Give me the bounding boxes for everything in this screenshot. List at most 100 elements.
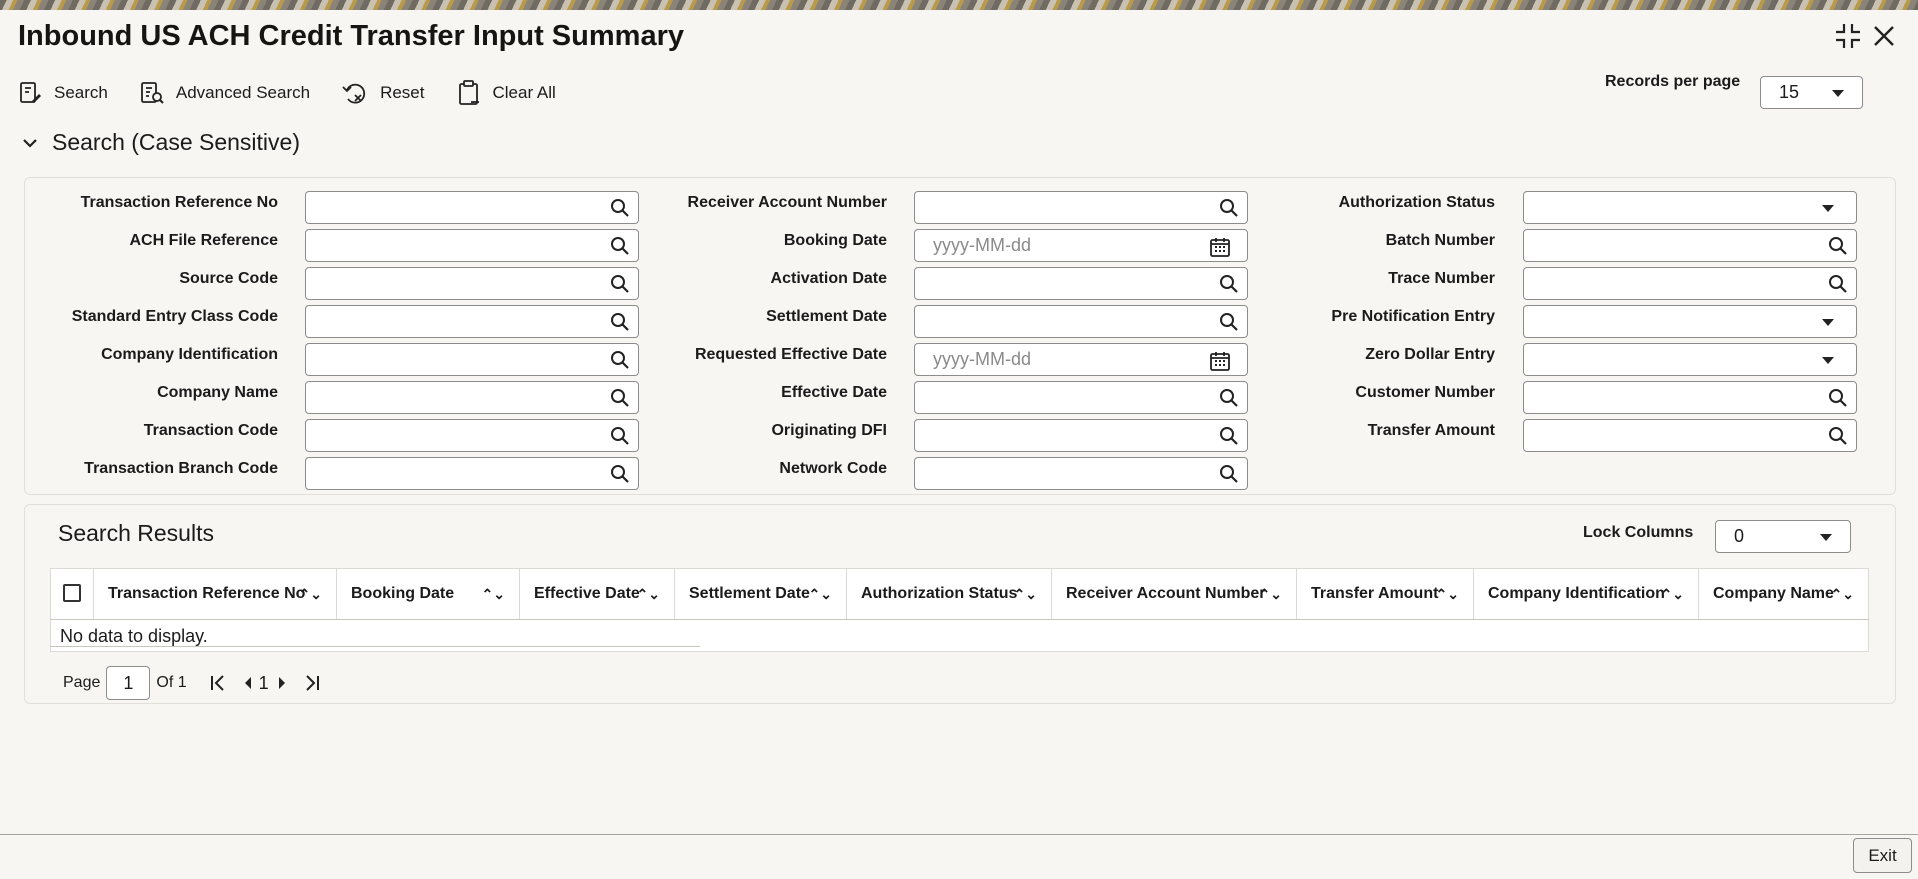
search-icon[interactable] [1828, 274, 1848, 294]
close-icon[interactable] [1870, 22, 1898, 50]
ach-file-reference-field[interactable] [305, 229, 639, 262]
search-button[interactable]: Search [18, 81, 108, 105]
search-icon[interactable] [610, 350, 630, 370]
label-batch-number: Batch Number [1385, 232, 1495, 249]
chevron-down-icon [23, 138, 37, 148]
transaction-reference-no-field[interactable] [305, 191, 639, 224]
batch-number-field[interactable] [1523, 229, 1857, 262]
chevron-down-icon [1822, 357, 1834, 364]
label-standard-entry-class-code: Standard Entry Class Code [71, 308, 278, 325]
search-icon[interactable] [1828, 426, 1848, 446]
next-page-icon[interactable] [277, 676, 287, 690]
activation-date-field[interactable] [914, 267, 1248, 300]
search-icon[interactable] [610, 274, 630, 294]
column-header-transaction-reference-no[interactable]: Transaction Reference No ⌃⌄ [94, 569, 337, 619]
previous-page-icon[interactable] [243, 676, 253, 690]
column-header-transfer-amount[interactable]: Transfer Amount ⌃⌄ [1297, 569, 1474, 619]
effective-date-field[interactable] [914, 381, 1248, 414]
label-pre-notification-entry: Pre Notification Entry [1331, 308, 1495, 325]
toolbar: Search Advanced Search Reset Clear All [18, 76, 588, 110]
last-page-icon[interactable] [303, 674, 321, 692]
search-icon[interactable] [1219, 388, 1239, 408]
column-header-company-identification[interactable]: Company Identification ⌃⌄ [1474, 569, 1699, 619]
first-page-icon[interactable] [209, 674, 227, 692]
chevron-down-icon [1832, 90, 1844, 97]
transaction-branch-code-field[interactable] [305, 457, 639, 490]
reset-button-label: Reset [380, 83, 425, 102]
column-header-settlement-date[interactable]: Settlement Date ⌃⌄ [675, 569, 847, 619]
search-icon[interactable] [610, 312, 630, 332]
calendar-icon[interactable] [1209, 236, 1231, 258]
transfer-amount-field[interactable] [1523, 419, 1857, 452]
sort-icon: ⌃⌄ [298, 586, 322, 602]
search-icon[interactable] [1219, 464, 1239, 484]
label-transfer-amount: Transfer Amount [1367, 422, 1495, 439]
current-page-number: 1 [258, 672, 269, 693]
network-code-field[interactable] [914, 457, 1248, 490]
search-icon[interactable] [610, 464, 630, 484]
sort-icon: ⌃⌄ [1435, 586, 1459, 602]
search-icon[interactable] [1219, 198, 1239, 218]
records-per-page-select[interactable]: 15 [1760, 76, 1863, 109]
sort-icon: ⌃⌄ [1258, 586, 1282, 602]
sort-icon: ⌃⌄ [1013, 586, 1037, 602]
minimize-icon[interactable] [1834, 22, 1862, 50]
search-icon[interactable] [610, 198, 630, 218]
page-number-input[interactable]: 1 [106, 666, 151, 700]
sort-icon: ⌃⌄ [1660, 586, 1684, 602]
column-header-company-name[interactable]: Company Name ⌃⌄ [1699, 569, 1868, 619]
label-transaction-code: Transaction Code [143, 422, 278, 439]
lock-columns-value: 0 [1734, 526, 1745, 546]
source-code-field[interactable] [305, 267, 639, 300]
calendar-icon[interactable] [1209, 350, 1231, 372]
search-icon[interactable] [610, 388, 630, 408]
advanced-search-button[interactable]: Advanced Search [140, 81, 310, 105]
zero-dollar-entry-select[interactable] [1523, 343, 1857, 376]
advanced-search-icon [140, 82, 164, 104]
search-icon[interactable] [1828, 236, 1848, 256]
search-icon[interactable] [1219, 426, 1239, 446]
clipboard-icon [458, 80, 479, 105]
search-icon[interactable] [1219, 312, 1239, 332]
select-all-checkbox[interactable] [63, 584, 81, 602]
search-icon[interactable] [1828, 388, 1848, 408]
column-header-booking-date[interactable]: Booking Date ⌃⌄ [337, 569, 520, 619]
reset-button[interactable]: Reset [342, 81, 425, 105]
requested-effective-date-placeholder: yyyy-MM-dd [933, 349, 1031, 369]
customer-number-field[interactable] [1523, 381, 1857, 414]
standard-entry-class-code-field[interactable] [305, 305, 639, 338]
column-header-authorization-status[interactable]: Authorization Status ⌃⌄ [847, 569, 1052, 619]
results-table-body [50, 620, 1869, 652]
search-icon[interactable] [610, 236, 630, 256]
label-originating-dfi: Originating DFI [771, 422, 887, 439]
receiver-account-number-field[interactable] [914, 191, 1248, 224]
search-icon[interactable] [610, 426, 630, 446]
label-booking-date: Booking Date [783, 232, 887, 249]
exit-button[interactable]: Exit [1853, 838, 1912, 873]
company-identification-field[interactable] [305, 343, 639, 376]
search-doc-icon [20, 82, 41, 103]
lock-columns-select[interactable]: 0 [1715, 520, 1851, 553]
no-data-message: No data to display. [60, 626, 208, 646]
label-network-code: Network Code [779, 460, 887, 477]
requested-effective-date-field[interactable]: yyyy-MM-dd [914, 343, 1248, 376]
sort-icon: ⌃⌄ [481, 586, 505, 602]
records-per-page-label: Records per page [1605, 73, 1741, 90]
chevron-down-icon [1822, 319, 1834, 326]
pre-notification-entry-select[interactable] [1523, 305, 1857, 338]
originating-dfi-field[interactable] [914, 419, 1248, 452]
search-icon[interactable] [1219, 274, 1239, 294]
column-header-effective-date[interactable]: Effective Date ⌃⌄ [520, 569, 675, 619]
settlement-date-field[interactable] [914, 305, 1248, 338]
label-receiver-account-number: Receiver Account Number [687, 194, 887, 211]
company-name-field[interactable] [305, 381, 639, 414]
authorization-status-select[interactable] [1523, 191, 1857, 224]
clear-all-button[interactable]: Clear All [457, 80, 556, 106]
trace-number-field[interactable] [1523, 267, 1857, 300]
booking-date-field[interactable]: yyyy-MM-dd [914, 229, 1248, 262]
search-section-toggle[interactable]: Search (Case Sensitive) [22, 129, 300, 156]
transaction-code-field[interactable] [305, 419, 639, 452]
column-header-receiver-account-number[interactable]: Receiver Account Number ⌃⌄ [1052, 569, 1297, 619]
page-of-label: Of 1 [156, 674, 187, 691]
page-title: Inbound US ACH Credit Transfer Input Sum… [18, 20, 684, 52]
